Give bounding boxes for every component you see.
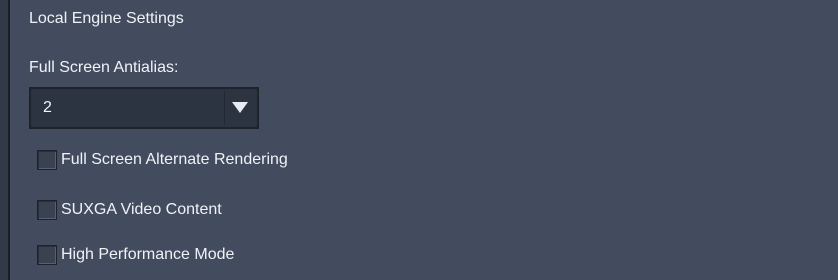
antialias-label: Full Screen Antialias:: [29, 59, 179, 76]
option-label: SUXGA Video Content: [61, 201, 222, 218]
left-gutter: [0, 0, 8, 280]
section-title: Local Engine Settings: [29, 10, 184, 27]
checkbox[interactable]: [37, 150, 57, 170]
antialias-selected-value: 2: [43, 99, 52, 116]
checkbox[interactable]: [37, 245, 57, 265]
antialias-dropdown[interactable]: 2: [29, 87, 259, 129]
checkbox[interactable]: [37, 200, 57, 220]
dropdown-button[interactable]: [224, 91, 255, 125]
settings-panel: [10, 0, 838, 280]
option-label: Full Screen Alternate Rendering: [61, 151, 288, 168]
chevron-down-icon: [232, 102, 248, 113]
option-label: High Performance Mode: [61, 246, 235, 263]
